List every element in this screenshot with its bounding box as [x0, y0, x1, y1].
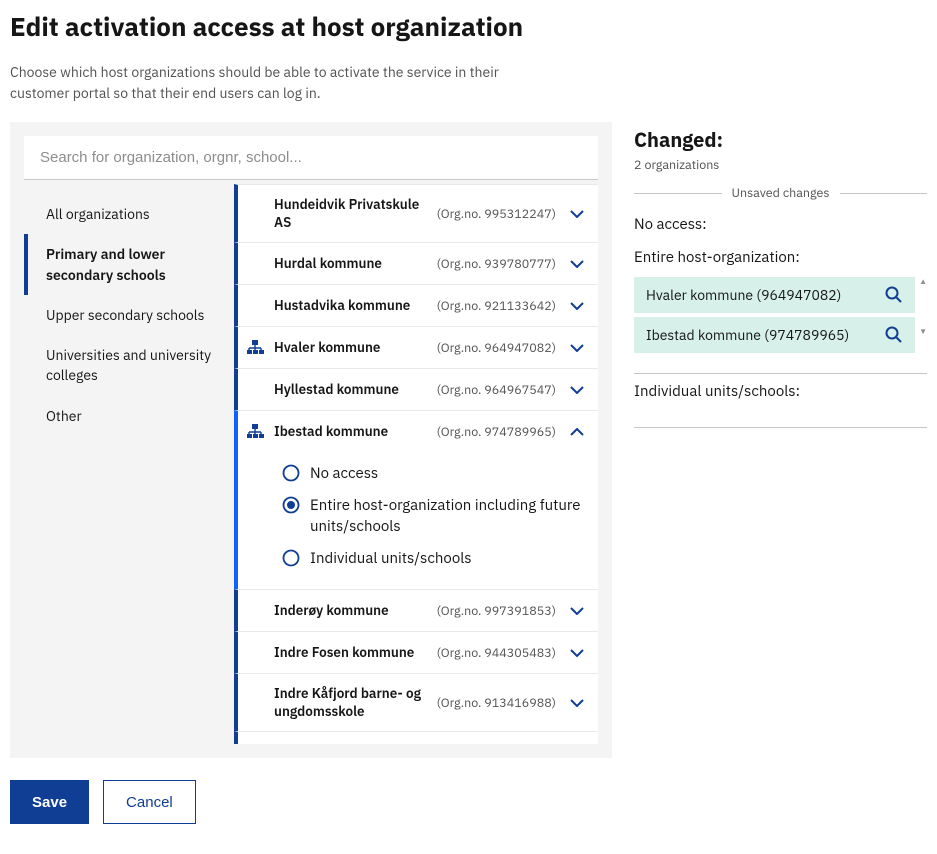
page-title: Edit activation access at host organizat…	[10, 10, 927, 44]
org-type-list: All organizationsPrimary and lower secon…	[24, 180, 234, 744]
org-row[interactable]: Hustadvika kommune (Org.no. 921133642)	[234, 284, 598, 326]
org-number: (Org.no. 964967547)	[437, 382, 556, 398]
org-type-item[interactable]: All organizations	[24, 194, 234, 234]
access-option-label: Individual units/schools	[310, 549, 472, 569]
workspace: All organizationsPrimary and lower secon…	[10, 122, 927, 758]
org-name: Hyllestad kommune	[274, 381, 427, 399]
selector-panel: All organizationsPrimary and lower secon…	[10, 122, 612, 758]
radio-selected-icon	[282, 496, 300, 514]
org-name: Ibestad kommune	[274, 423, 427, 441]
chevron-down-icon[interactable]	[566, 699, 588, 707]
org-list-container: Hundeidvik Privatskule AS (Org.no. 995312…	[234, 184, 598, 744]
changed-item-label: Ibestad kommune (974789965)	[646, 326, 849, 344]
org-type-item[interactable]: Other	[24, 396, 234, 436]
changed-item: Hvaler kommune (964947082)	[634, 277, 915, 313]
changes-count: 2 organizations	[634, 157, 927, 173]
org-hierarchy-icon	[246, 340, 264, 355]
changed-item: Ibestad kommune (974789965)	[634, 317, 915, 353]
chevron-down-icon[interactable]	[566, 649, 588, 657]
org-row[interactable]: Indre Fosen kommune (Org.no. 944305483)	[234, 631, 598, 673]
access-option[interactable]: No access	[282, 458, 588, 490]
org-number: (Org.no. 939780777)	[437, 256, 556, 272]
entire-heading: Entire host-organization:	[634, 248, 927, 267]
changed-entire-list: Hvaler kommune (964947082) Ibestad kommun…	[634, 277, 915, 357]
changes-title: Changed:	[634, 126, 927, 153]
chevron-down-icon[interactable]	[566, 302, 588, 310]
org-list[interactable]: Hundeidvik Privatskule AS (Org.no. 995312…	[234, 184, 598, 744]
chevron-up-icon[interactable]	[566, 428, 588, 436]
changes-panel: Changed: 2 organizations Unsaved changes…	[634, 122, 927, 436]
cancel-button[interactable]: Cancel	[103, 780, 196, 824]
access-option-label: Entire host-organization including futur…	[310, 496, 588, 537]
org-number: (Org.no. 913416988)	[437, 695, 556, 711]
org-number: (Org.no. 944305483)	[437, 645, 556, 661]
chevron-down-icon[interactable]	[566, 260, 588, 268]
action-bar: Save Cancel	[10, 780, 927, 824]
individual-heading: Individual units/schools:	[634, 382, 927, 401]
save-button[interactable]: Save	[10, 780, 89, 824]
org-access-options: No access Entire host-organization includ…	[234, 452, 598, 589]
org-name: Indre Fosen kommune	[274, 644, 427, 662]
org-row[interactable]: Hvaler kommune (Org.no. 964947082)	[234, 326, 598, 368]
no-access-heading: No access:	[634, 215, 927, 234]
access-option-label: No access	[310, 464, 378, 484]
org-hierarchy-icon	[246, 424, 264, 439]
org-name: Hurdal kommune	[274, 255, 427, 273]
org-row[interactable]: Indre Kåfjord barne- og ungdomsskole (Org…	[234, 673, 598, 731]
org-name: Hundeidvik Privatskule AS	[274, 196, 427, 231]
page-lead: Choose which host organizations should b…	[10, 62, 510, 104]
org-name: Hvaler kommune	[274, 339, 427, 357]
org-row[interactable]: Hundeidvik Privatskule AS (Org.no. 995312…	[234, 184, 598, 242]
org-number: (Org.no. 995312247)	[437, 206, 556, 222]
org-type-item[interactable]: Primary and lower secondary schools	[24, 234, 234, 295]
changed-item-label: Hvaler kommune (964947082)	[646, 286, 841, 304]
org-row[interactable]: Ibestad kommune (Org.no. 974789965)	[234, 410, 598, 452]
org-type-item[interactable]: Upper secondary schools	[24, 295, 234, 335]
chevron-down-icon[interactable]	[566, 344, 588, 352]
access-option[interactable]: Entire host-organization including futur…	[282, 490, 588, 543]
chevron-down-icon[interactable]	[566, 607, 588, 615]
org-name: Inderøy kommune	[274, 602, 427, 620]
org-number: (Org.no. 974789965)	[437, 424, 556, 440]
org-name: Indre Kåfjord barne- og ungdomsskole	[274, 685, 427, 720]
org-name: Hustadvika kommune	[274, 297, 427, 315]
org-number: (Org.no. 997391853)	[437, 603, 556, 619]
org-row[interactable]: Hyllestad kommune (Org.no. 964967547)	[234, 368, 598, 410]
org-number: (Org.no. 921133642)	[437, 298, 556, 314]
radio-icon	[282, 464, 300, 482]
access-option[interactable]: Individual units/schools	[282, 543, 588, 575]
changes-scroll-indicator[interactable]: ▲▼	[919, 277, 927, 337]
magnify-icon[interactable]	[885, 286, 903, 304]
org-number: (Org.no. 964947082)	[437, 340, 556, 356]
org-row[interactable]: Indre Østfold kommune(Org.no. 920123899)	[234, 731, 598, 744]
org-row[interactable]: Hurdal kommune (Org.no. 939780777)	[234, 242, 598, 284]
chevron-down-icon[interactable]	[566, 210, 588, 218]
org-row[interactable]: Inderøy kommune (Org.no. 997391853)	[234, 589, 598, 631]
unsaved-label: Unsaved changes	[732, 185, 830, 201]
radio-icon	[282, 549, 300, 567]
magnify-icon[interactable]	[885, 326, 903, 344]
chevron-down-icon[interactable]	[566, 386, 588, 394]
org-type-item[interactable]: Universities and university colleges	[24, 335, 234, 396]
search-input[interactable]	[24, 136, 598, 180]
